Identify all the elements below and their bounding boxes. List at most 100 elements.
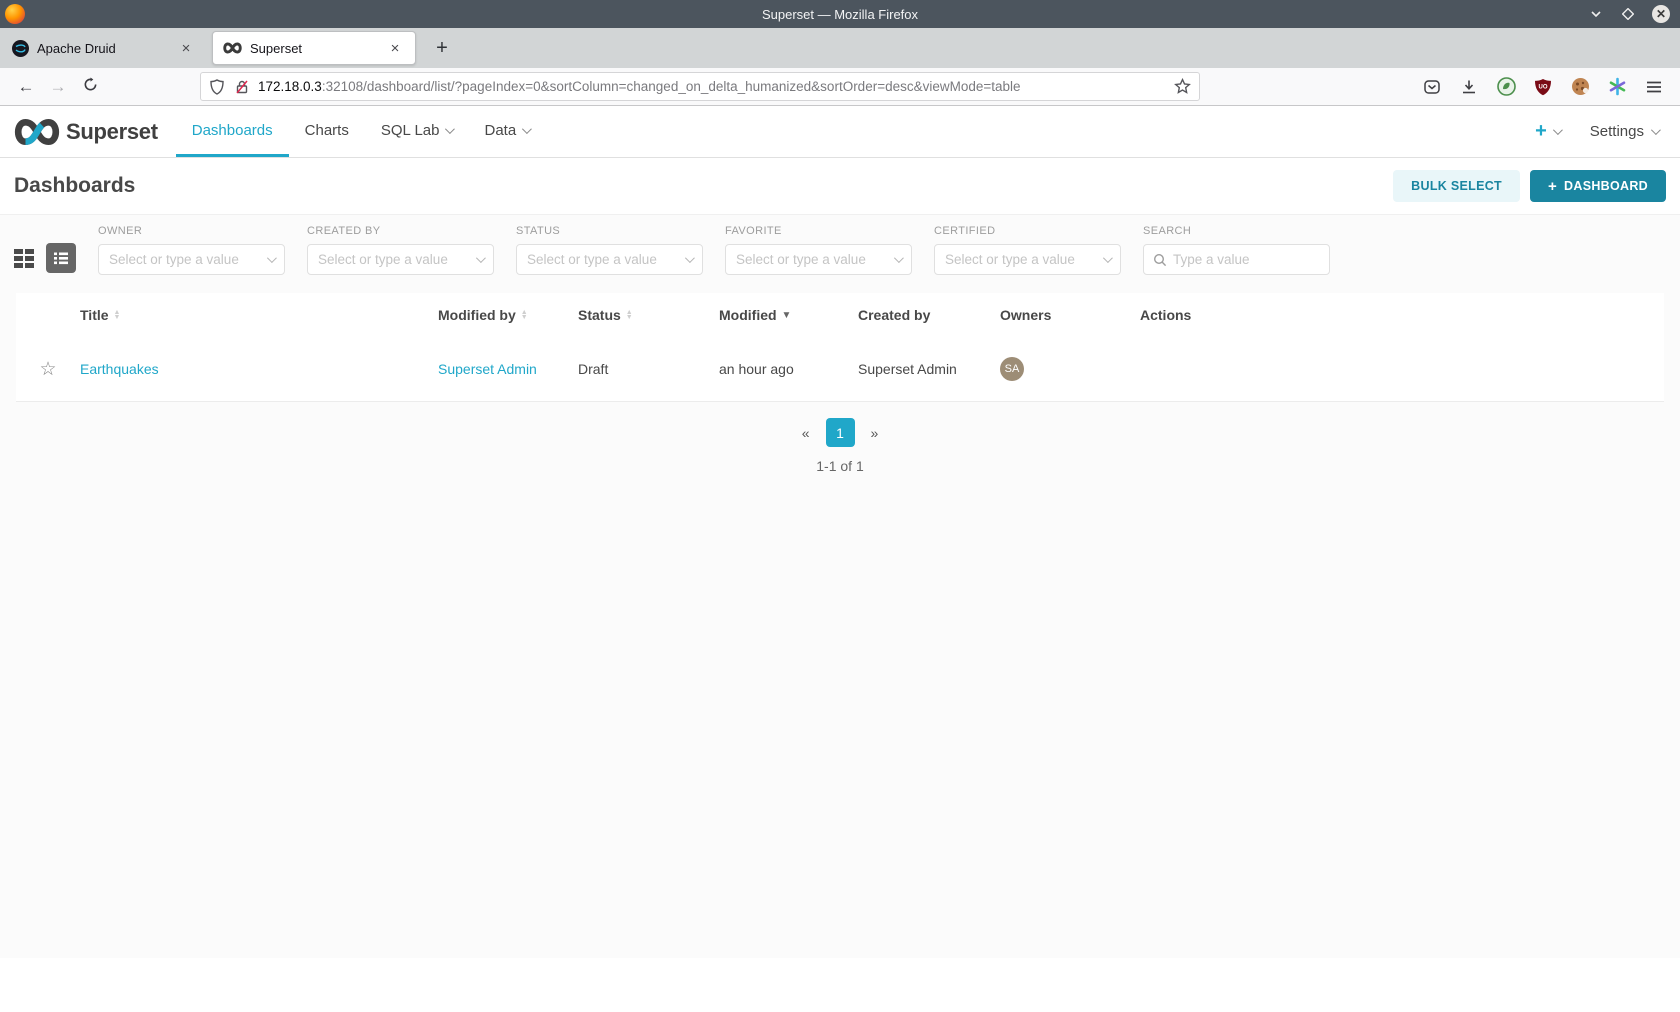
superset-logo-icon [14,118,60,145]
chevron-down-icon [445,123,456,134]
favorite-star-icon[interactable]: ☆ [39,358,56,381]
tab-apache-druid[interactable]: Apache Druid × [2,31,206,65]
sort-icon[interactable]: ▲ ▼ [114,309,121,321]
created-by-cell: Superset Admin [858,361,957,377]
tab-label: Superset [250,40,303,56]
tab-superset[interactable]: Superset × [212,31,416,65]
column-created-by: Created by [858,307,931,323]
card-view-icon[interactable] [14,248,34,268]
back-icon[interactable]: ← [10,77,42,97]
window-title: Superset — Mozilla Firefox [761,6,919,22]
sort-icon[interactable]: ▲ ▼ [626,309,633,321]
plus-icon: + [1535,120,1547,142]
chevron-down-icon [684,253,695,264]
pocket-icon[interactable] [1422,77,1442,97]
owner-select[interactable]: Select or type a value [98,244,285,275]
privacy-extension-icon[interactable] [1496,77,1516,97]
nav-label: Data [484,121,517,139]
list-view-icon[interactable] [46,243,76,273]
filter-label: SEARCH [1143,225,1192,237]
next-page-button[interactable]: » [865,425,885,441]
tracking-shield-icon[interactable] [209,78,225,95]
column-title[interactable]: Title ▲ ▼ [80,307,438,323]
url-host: 172.18.0.3 [258,79,322,94]
new-item-menu[interactable]: + [1535,120,1563,143]
favorite-select[interactable]: Select or type a value [725,244,912,275]
superset-brand[interactable]: Superset [14,106,158,157]
tab-bar: Apache Druid × Superset × + [0,28,1680,68]
dashboard-title-link[interactable]: Earthquakes [80,361,159,377]
search-input[interactable] [1173,252,1313,267]
browser-toolbar: ← → 172.18.0.3:32108/dashboard/list/?pag… [0,68,1680,106]
column-modified[interactable]: Modified ▼ [719,307,858,323]
filter-status: STATUS Select or type a value [516,225,703,275]
ublock-icon[interactable]: UO [1533,77,1553,97]
minimize-icon[interactable] [1588,6,1604,22]
chevron-down-icon [893,253,904,264]
bulk-select-button[interactable]: BULK SELECT [1393,170,1520,202]
new-tab-button[interactable]: + [428,37,456,60]
nav-sql-lab[interactable]: SQL Lab [365,106,469,157]
insecure-lock-icon[interactable] [234,79,250,95]
multiaccount-extension-icon[interactable] [1607,77,1627,97]
menu-icon[interactable] [1644,77,1664,97]
filter-label: FAVORITE [725,225,782,237]
prev-page-button[interactable]: « [796,425,816,441]
owner-avatar[interactable]: SA [1000,357,1024,381]
modified-by-link[interactable]: Superset Admin [438,361,537,377]
created-by-select[interactable]: Select or type a value [307,244,494,275]
tab-close-icon[interactable]: × [385,40,405,57]
certified-select[interactable]: Select or type a value [934,244,1121,275]
filter-bar: OWNER Select or type a value CREATED BY … [0,215,1680,293]
nav-label: SQL Lab [380,121,440,139]
filter-favorite: FAVORITE Select or type a value [725,225,912,275]
filter-search: SEARCH [1143,225,1330,275]
brand-name: Superset [66,118,158,144]
select-placeholder: Select or type a value [527,252,657,267]
nav-charts[interactable]: Charts [289,106,365,157]
url-bar[interactable]: 172.18.0.3:32108/dashboard/list/?pageInd… [200,72,1200,101]
status-select[interactable]: Select or type a value [516,244,703,275]
nav-data[interactable]: Data [468,106,545,157]
bookmark-star-icon[interactable] [1174,78,1191,95]
column-owners: Owners [1000,307,1052,323]
new-dashboard-button[interactable]: + DASHBOARD [1529,170,1666,202]
superset-favicon [223,42,242,54]
chevron-down-icon [1552,125,1563,136]
sort-desc-icon[interactable]: ▼ [782,310,792,321]
nav-dashboards[interactable]: Dashboards [175,106,289,157]
cookie-extension-icon[interactable] [1570,77,1590,97]
filter-label: CREATED BY [307,225,381,237]
nav-label: Dashboards [191,121,273,139]
chevron-down-icon [266,253,277,264]
url-path: :32108/dashboard/list/?pageIndex=0&sortC… [321,79,1021,94]
filter-certified: CERTIFIED Select or type a value [934,225,1121,275]
page-1-button[interactable]: 1 [825,418,855,447]
maximize-icon[interactable] [1620,6,1636,22]
settings-menu[interactable]: Settings [1590,123,1661,140]
select-placeholder: Select or type a value [109,252,239,267]
nav-label: Charts [304,121,349,139]
filter-created-by: CREATED BY Select or type a value [307,225,494,275]
select-placeholder: Select or type a value [945,252,1075,267]
pagination-summary: 1-1 of 1 [816,458,864,474]
tab-close-icon[interactable]: × [176,40,196,57]
column-modified-by[interactable]: Modified by ▲ ▼ [438,307,578,323]
sort-icon[interactable]: ▲ ▼ [521,309,528,321]
select-placeholder: Select or type a value [318,252,448,267]
dashboard-list-view: OWNER Select or type a value CREATED BY … [0,214,1680,958]
column-status[interactable]: Status ▲ ▼ [578,307,719,323]
chevron-down-icon [522,123,533,134]
forward-icon[interactable]: → [42,77,74,97]
dashboards-table: Title ▲ ▼ Modified by ▲ ▼ Status ▲ ▼ Modifi… [16,293,1664,402]
reload-icon[interactable] [74,76,106,97]
close-icon[interactable]: ✕ [1652,5,1670,23]
chevron-down-icon [1650,125,1661,136]
search-box[interactable] [1143,244,1330,275]
new-dashboard-label: DASHBOARD [1564,179,1648,193]
search-icon [1153,253,1167,266]
download-icon[interactable] [1459,77,1479,97]
status-cell: Draft [578,361,609,377]
tab-label: Apache Druid [37,40,116,56]
select-placeholder: Select or type a value [736,252,866,267]
